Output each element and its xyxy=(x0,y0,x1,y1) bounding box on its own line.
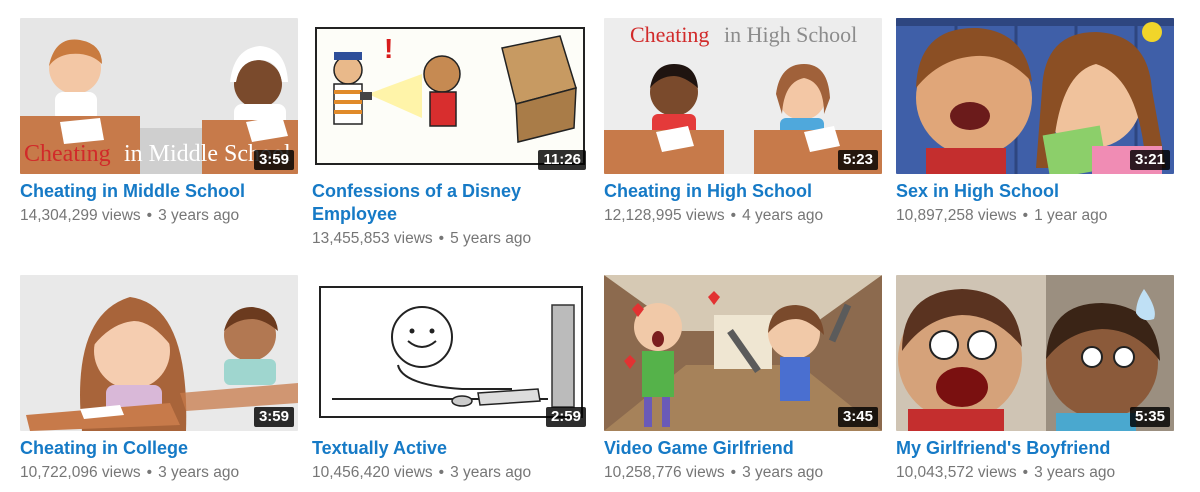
meta-separator: • xyxy=(1022,207,1029,224)
upload-age: 1 year ago xyxy=(1034,207,1108,224)
video-meta: 10,722,096 views • 3 years ago xyxy=(20,462,298,483)
video-thumbnail[interactable]: 5:35 xyxy=(896,275,1174,431)
upload-age: 4 years ago xyxy=(742,207,824,224)
video-meta: 13,455,853 views • 5 years ago xyxy=(312,228,590,249)
video-meta: 14,304,299 views • 3 years ago xyxy=(20,205,298,226)
video-card: Cheating in High School 5:23 Cheating in… xyxy=(604,18,882,226)
meta-separator: • xyxy=(730,207,737,224)
video-card: 5:35 My Girlfriend's Boyfriend 10,043,57… xyxy=(896,275,1174,483)
video-card: 2:59 Textually Active 10,456,420 views • 3… xyxy=(312,275,590,483)
view-count: 13,455,853 views xyxy=(312,230,433,247)
meta-separator: • xyxy=(730,464,737,481)
video-meta: 12,128,995 views • 4 years ago xyxy=(604,205,882,226)
view-count: 10,043,572 views xyxy=(896,464,1017,481)
duration-badge: 3:45 xyxy=(837,407,878,427)
video-title-link[interactable]: Confessions of a Disney Employee xyxy=(312,180,590,226)
view-count: 10,897,258 views xyxy=(896,207,1017,224)
video-thumbnail[interactable]: Cheating in High School 5:23 xyxy=(604,18,882,174)
duration-badge: 2:59 xyxy=(545,407,586,427)
duration-badge: 5:23 xyxy=(837,150,878,170)
duration-badge: 5:35 xyxy=(1129,407,1170,427)
video-title-link[interactable]: Cheating in High School xyxy=(604,180,882,203)
thumbnail-caption-red: Cheating xyxy=(630,22,709,47)
meta-separator: • xyxy=(438,464,445,481)
video-thumbnail[interactable]: 3:45 xyxy=(604,275,882,431)
video-thumbnail[interactable]: ! 11:26 xyxy=(312,18,590,174)
video-thumbnail[interactable]: Cheating in Middle School 3:59 xyxy=(20,18,298,174)
video-title-link[interactable]: My Girlfriend's Boyfriend xyxy=(896,437,1174,460)
upload-age: 3 years ago xyxy=(1034,464,1116,481)
view-count: 10,722,096 views xyxy=(20,464,141,481)
thumbnail-caption-red: Cheating xyxy=(24,141,111,167)
meta-separator: • xyxy=(1022,464,1029,481)
view-count: 14,304,299 views xyxy=(20,207,141,224)
video-meta: 10,897,258 views • 1 year ago xyxy=(896,205,1174,226)
video-card: Cheating in Middle School 3:59 Cheating … xyxy=(20,18,298,226)
video-card: 3:59 Cheating in College 10,722,096 view… xyxy=(20,275,298,483)
meta-separator: • xyxy=(146,464,153,481)
video-title-link[interactable]: Sex in High School xyxy=(896,180,1174,203)
upload-age: 3 years ago xyxy=(158,207,240,224)
view-count: 10,258,776 views xyxy=(604,464,725,481)
duration-badge: 3:59 xyxy=(253,407,294,427)
video-thumbnail[interactable]: 2:59 xyxy=(312,275,590,431)
meta-separator: • xyxy=(146,207,153,224)
video-meta: 10,456,420 views • 3 years ago xyxy=(312,462,590,483)
view-count: 12,128,995 views xyxy=(604,207,725,224)
thumbnail-caption-gray: in High School xyxy=(724,22,857,47)
video-thumbnail[interactable]: 3:59 xyxy=(20,275,298,431)
video-card: 3:45 Video Game Girlfriend 10,258,776 vi… xyxy=(604,275,882,483)
view-count: 10,456,420 views xyxy=(312,464,433,481)
upload-age: 3 years ago xyxy=(450,464,532,481)
duration-badge: 11:26 xyxy=(538,150,586,170)
video-card: 3:21 Sex in High School 10,897,258 views… xyxy=(896,18,1174,226)
video-title-link[interactable]: Textually Active xyxy=(312,437,590,460)
video-card: ! 11:26 Confessions of a Disney Employee… xyxy=(312,18,590,249)
video-thumbnail[interactable]: 3:21 xyxy=(896,18,1174,174)
video-meta: 10,043,572 views • 3 years ago xyxy=(896,462,1174,483)
meta-separator: • xyxy=(438,230,445,247)
duration-badge: 3:59 xyxy=(253,150,294,170)
video-grid: Cheating in Middle School 3:59 Cheating … xyxy=(0,0,1200,492)
upload-age: 3 years ago xyxy=(158,464,240,481)
video-meta: 10,258,776 views • 3 years ago xyxy=(604,462,882,483)
video-title-link[interactable]: Video Game Girlfriend xyxy=(604,437,882,460)
upload-age: 5 years ago xyxy=(450,230,532,247)
video-title-link[interactable]: Cheating in College xyxy=(20,437,298,460)
upload-age: 3 years ago xyxy=(742,464,824,481)
duration-badge: 3:21 xyxy=(1129,150,1170,170)
svg-text:!: ! xyxy=(384,33,393,64)
video-title-link[interactable]: Cheating in Middle School xyxy=(20,180,298,203)
